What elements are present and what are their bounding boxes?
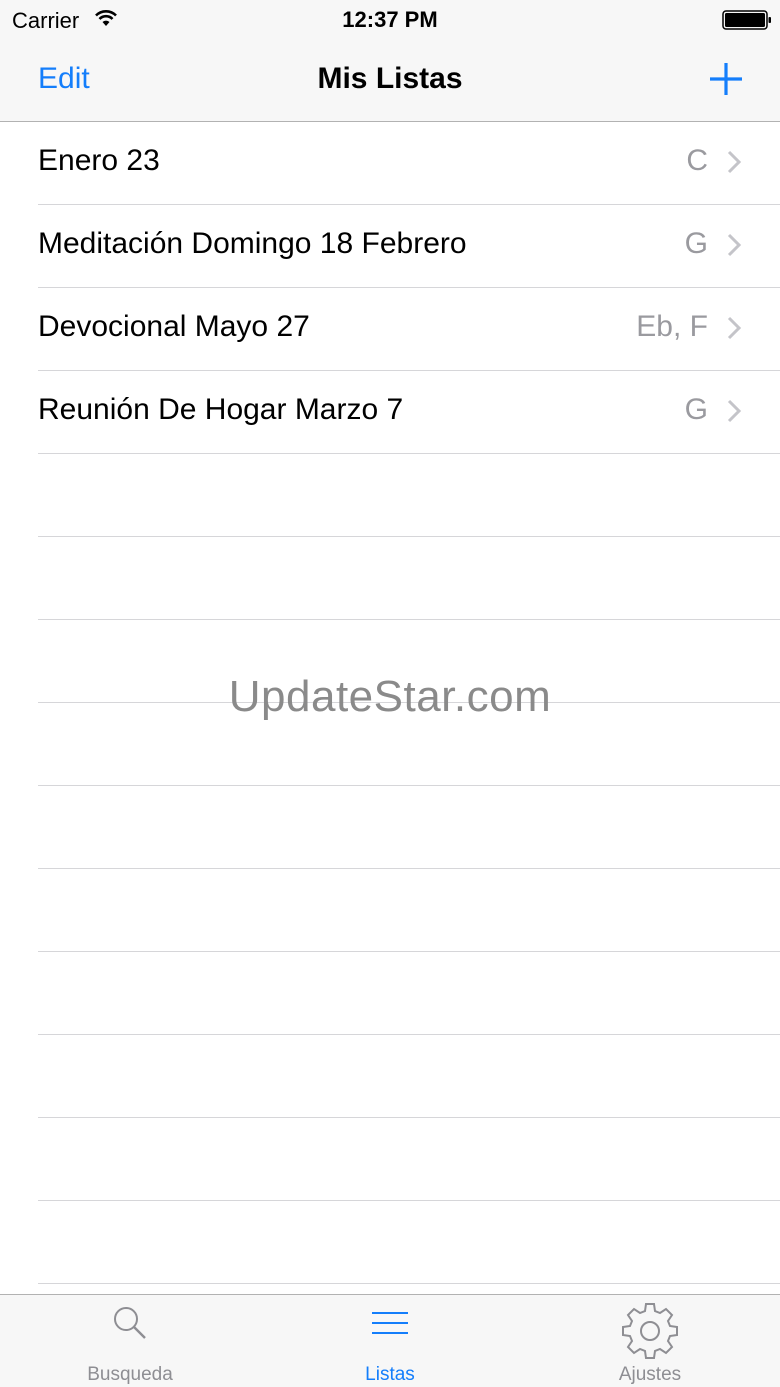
list-item[interactable]: Reunión De Hogar Marzo 7 G <box>0 371 780 454</box>
list-item-name: Reunión De Hogar Marzo 7 <box>38 393 404 426</box>
tab-label: Ajustes <box>618 1364 682 1385</box>
search-icon <box>0 1305 260 1346</box>
chevron-right-icon <box>726 398 742 429</box>
tab-listas[interactable]: Listas <box>260 1295 520 1387</box>
list-item-name: Enero 23 <box>38 144 160 177</box>
navigation-bar: Edit Mis Listas <box>0 40 780 122</box>
watermark: UpdateStar.com <box>228 672 552 721</box>
plus-icon[interactable] <box>707 60 745 98</box>
list-item[interactable]: Devocional Mayo 27 Eb, F <box>0 288 780 371</box>
empty-row <box>0 454 780 537</box>
tab-busqueda[interactable]: Busqueda <box>0 1295 260 1387</box>
tab-ajustes[interactable]: Ajustes <box>520 1295 780 1387</box>
list-item[interactable]: Enero 23 C <box>0 122 780 205</box>
list-item-key: G <box>684 227 708 260</box>
page-title: Mis Listas <box>317 62 463 95</box>
empty-row <box>0 1201 780 1284</box>
list-item-name: Devocional Mayo 27 <box>38 310 310 343</box>
chevron-right-icon <box>726 149 742 180</box>
list-item-name: Meditación Domingo 18 Febrero <box>38 227 467 260</box>
list-item-key: Eb, F <box>636 310 708 343</box>
empty-row <box>0 869 780 952</box>
status-bar: Carrier 12:37 PM <box>0 0 780 40</box>
gear-icon <box>520 1303 780 1365</box>
tab-bar: Busqueda Listas Ajustes <box>0 1294 780 1387</box>
empty-row <box>0 1035 780 1118</box>
clock: 12:37 PM <box>342 7 438 32</box>
tab-label: Listas <box>365 1364 415 1385</box>
list-item-key: C <box>686 144 708 177</box>
list-icon <box>260 1305 520 1346</box>
empty-row <box>0 1118 780 1201</box>
list-item[interactable]: Meditación Domingo 18 Febrero G <box>0 205 780 288</box>
empty-row <box>0 537 780 620</box>
tab-label: Busqueda <box>87 1364 173 1385</box>
battery-icon <box>722 10 772 35</box>
empty-row <box>0 952 780 1035</box>
list-item-key: G <box>684 393 708 426</box>
chevron-right-icon <box>726 315 742 346</box>
empty-row <box>0 786 780 869</box>
chevron-right-icon <box>726 232 742 263</box>
